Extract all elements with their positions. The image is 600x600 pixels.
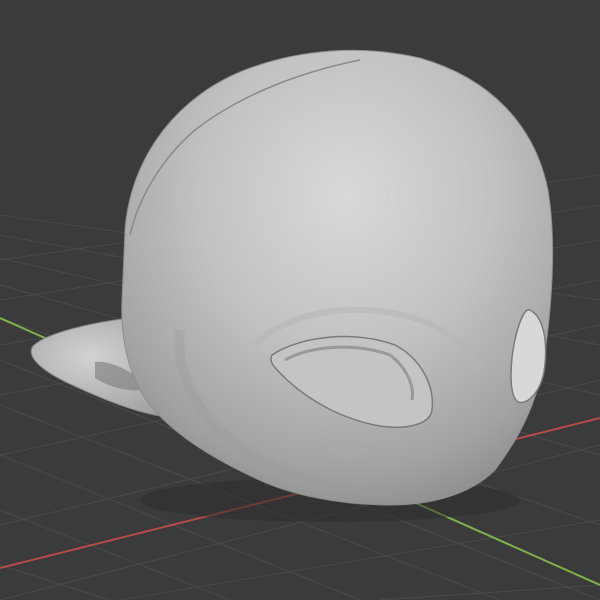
head-shell[interactable] xyxy=(121,49,554,506)
3d-viewport[interactable] xyxy=(0,0,600,600)
viewport-canvas[interactable] xyxy=(0,0,600,600)
